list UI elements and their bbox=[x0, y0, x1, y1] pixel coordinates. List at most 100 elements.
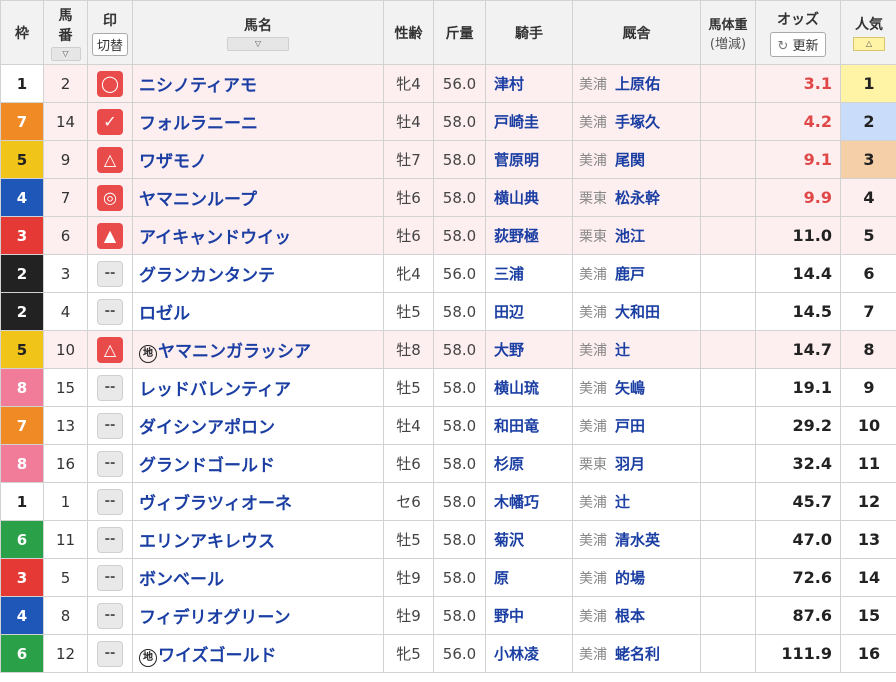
horse-name-link[interactable]: 地ヤマニンガラッシア bbox=[134, 342, 311, 363]
trainer-area: 美浦 bbox=[579, 343, 607, 359]
trainer-link[interactable]: 根本 bbox=[615, 607, 645, 625]
trainer-link[interactable]: 松永幹 bbox=[615, 189, 660, 207]
trainer-link[interactable]: 蛯名利 bbox=[615, 645, 660, 663]
mark-selector[interactable]: △ bbox=[97, 336, 123, 363]
horse-name: グランドゴールド bbox=[139, 456, 275, 476]
jockey-link[interactable]: 三浦 bbox=[487, 265, 524, 283]
horse-name-link[interactable]: ボンベール bbox=[134, 570, 224, 590]
trainer-link[interactable]: 池江 bbox=[615, 227, 645, 245]
jockey-link[interactable]: 菊沢 bbox=[487, 531, 524, 549]
trainer-link[interactable]: 辻 bbox=[615, 493, 630, 511]
horse-name-link[interactable]: フィデリオグリーン bbox=[134, 608, 290, 628]
header-name[interactable]: 馬名 ▽ bbox=[132, 0, 384, 65]
trainer-link[interactable]: 羽月 bbox=[615, 455, 645, 473]
mark-selector[interactable]: -- bbox=[97, 412, 123, 439]
table-row[interactable]: 4 7 ◎ ヤマニンループ 牡6 58.0 横山典 栗東 松永幹 9.9 4 bbox=[0, 178, 896, 217]
odds-cell: 4.2 bbox=[755, 102, 841, 141]
trainer-link[interactable]: 的場 bbox=[615, 569, 645, 587]
table-row[interactable]: 5 10 △ 地ヤマニンガラッシア 牡8 58.0 大野 美浦辻 14.7 8 bbox=[0, 330, 896, 369]
table-row[interactable]: 2 4 -- ロゼル 牡5 58.0 田辺 美浦 大和田 14.5 7 bbox=[0, 292, 896, 331]
table-row[interactable]: 4 8 -- フィデリオグリーン 牡9 58.0 野中 美浦 根本 87.6 15 bbox=[0, 596, 896, 635]
jockey-link[interactable]: 原 bbox=[487, 569, 509, 587]
popularity-cell: 7 bbox=[840, 292, 896, 331]
jockey-link[interactable]: 横山琉 bbox=[487, 379, 539, 397]
header-sexage: 性齢 bbox=[383, 0, 434, 65]
mark-selector[interactable]: ▲ bbox=[97, 222, 123, 249]
sort-name-icon[interactable]: ▽ bbox=[227, 36, 289, 51]
weight-cell bbox=[700, 254, 756, 293]
horse-name-link[interactable]: ワザモノ bbox=[134, 152, 207, 172]
jockey-link[interactable]: 野中 bbox=[487, 607, 524, 625]
horse-name-link[interactable]: レッドバレンティア bbox=[134, 380, 291, 400]
mark-selector[interactable]: △ bbox=[97, 146, 123, 173]
jockey-link[interactable]: 菅原明 bbox=[487, 151, 539, 169]
horse-name-link[interactable]: ヤマニンループ bbox=[134, 190, 257, 210]
sexage-cell: 牡4 bbox=[383, 406, 434, 445]
horse-name-link[interactable]: アイキャンドウイッ bbox=[134, 228, 291, 248]
jockey-link[interactable]: 横山典 bbox=[487, 189, 539, 207]
table-row[interactable]: 3 6 ▲ アイキャンドウイッ 牡6 58.0 荻野極 栗東 池江 11.0 5 bbox=[0, 216, 896, 255]
horse-name-link[interactable]: 地ワイズゴールド bbox=[134, 646, 277, 667]
trainer-link[interactable]: 矢嶋 bbox=[615, 379, 645, 397]
mark-selector[interactable]: ✓ bbox=[97, 108, 123, 135]
jockey-link[interactable]: 大野 bbox=[487, 341, 524, 359]
mark-selector[interactable]: -- bbox=[97, 450, 123, 477]
table-row[interactable]: 1 1 -- ヴィブラツィオーネ セ6 58.0 木幡巧 美浦辻 45.7 12 bbox=[0, 482, 896, 521]
mark-selector[interactable]: ◎ bbox=[97, 184, 123, 211]
sort-umaban-icon[interactable]: ▽ bbox=[50, 46, 81, 61]
horse-name-link[interactable]: フォルラニーニ bbox=[134, 114, 258, 134]
jockey-link[interactable]: 杉原 bbox=[487, 455, 524, 473]
horse-name-link[interactable]: ロゼル bbox=[134, 304, 190, 324]
mark-selector[interactable]: -- bbox=[97, 260, 123, 287]
mark-selector[interactable]: -- bbox=[97, 602, 123, 629]
trainer-link[interactable]: 尾関 bbox=[615, 151, 645, 169]
table-row[interactable]: 2 3 -- グランカンタンテ 牝4 56.0 三浦 美浦 鹿戸 14.4 6 bbox=[0, 254, 896, 293]
odds-refresh-button[interactable]: ↻ 更新 bbox=[770, 31, 826, 57]
table-row[interactable]: 8 15 -- レッドバレンティア 牡5 58.0 横山琉 美浦 矢嶋 19.1 9 bbox=[0, 368, 896, 407]
trainer-link[interactable]: 辻 bbox=[615, 341, 630, 359]
kinryo-cell: 58.0 bbox=[433, 102, 486, 141]
mark-selector[interactable]: -- bbox=[97, 640, 123, 667]
table-row[interactable]: 6 11 -- エリンアキレウス 牡5 58.0 菊沢 美浦 清水英 47.0 13 bbox=[0, 520, 896, 559]
table-row[interactable]: 8 16 -- グランドゴールド 牡6 58.0 杉原 栗東 羽月 32.4 11 bbox=[0, 444, 896, 483]
horse-name-link[interactable]: ダイシンアポロン bbox=[134, 418, 275, 438]
jockey-link[interactable]: 戸崎圭 bbox=[487, 113, 539, 131]
table-row[interactable]: 7 14 ✓ フォルラニーニ 牡4 58.0 戸崎圭 美浦 手塚久 4.2 2 bbox=[0, 102, 896, 141]
trainer-link[interactable]: 手塚久 bbox=[615, 113, 660, 131]
trainer-link[interactable]: 大和田 bbox=[615, 303, 660, 321]
mark-selector[interactable]: -- bbox=[97, 564, 123, 591]
table-row[interactable]: 6 12 -- 地ワイズゴールド 牝5 56.0 小林凌 美浦 蛯名利 111.9 16 bbox=[0, 634, 896, 673]
mark-selector[interactable]: -- bbox=[97, 298, 123, 325]
mark-selector[interactable]: ◯ bbox=[97, 70, 123, 97]
jockey-link[interactable]: 津村 bbox=[487, 75, 524, 93]
mark-selector[interactable]: -- bbox=[97, 374, 123, 401]
horse-name-link[interactable]: ニシノティアモ bbox=[134, 76, 257, 96]
mark-toggle-button[interactable]: 切替 bbox=[91, 32, 128, 56]
trainer-cell: 美浦 大和田 bbox=[572, 292, 701, 331]
mark-selector[interactable]: -- bbox=[97, 526, 123, 553]
table-row[interactable]: 3 5 -- ボンベール 牡9 58.0 原 美浦 的場 72.6 14 bbox=[0, 558, 896, 597]
jockey-link[interactable]: 和田竜 bbox=[487, 417, 539, 435]
header-umaban[interactable]: 馬 番 ▽ bbox=[43, 0, 88, 65]
horse-name-link[interactable]: エリンアキレウス bbox=[134, 532, 275, 552]
horse-name-link[interactable]: ヴィブラツィオーネ bbox=[134, 494, 292, 514]
horse-name-link[interactable]: グランカンタンテ bbox=[134, 266, 275, 286]
trainer-area: 美浦 bbox=[579, 267, 607, 283]
jockey-link[interactable]: 小林凌 bbox=[487, 645, 539, 663]
table-row[interactable]: 7 13 -- ダイシンアポロン 牡4 58.0 和田竜 美浦 戸田 29.2 10 bbox=[0, 406, 896, 445]
header-popularity[interactable]: 人気 △ bbox=[840, 0, 896, 65]
trainer-link[interactable]: 清水英 bbox=[615, 531, 660, 549]
table-row[interactable]: 5 9 △ ワザモノ 牡7 58.0 菅原明 美浦 尾関 9.1 3 bbox=[0, 140, 896, 179]
trainer-link[interactable]: 戸田 bbox=[615, 417, 645, 435]
jockey-link[interactable]: 田辺 bbox=[487, 303, 524, 321]
sort-popularity-icon[interactable]: △ bbox=[853, 37, 885, 51]
table-row[interactable]: 1 2 ◯ ニシノティアモ 牝4 56.0 津村 美浦 上原佑 3.1 1 bbox=[0, 64, 896, 103]
jockey-cell: 原 bbox=[485, 558, 573, 597]
trainer-area: 美浦 bbox=[579, 77, 607, 93]
horse-name-link[interactable]: グランドゴールド bbox=[134, 456, 275, 476]
trainer-link[interactable]: 上原佑 bbox=[615, 75, 660, 93]
jockey-link[interactable]: 木幡巧 bbox=[487, 493, 539, 511]
mark-selector[interactable]: -- bbox=[97, 488, 123, 515]
jockey-link[interactable]: 荻野極 bbox=[487, 227, 539, 245]
trainer-link[interactable]: 鹿戸 bbox=[615, 265, 645, 283]
